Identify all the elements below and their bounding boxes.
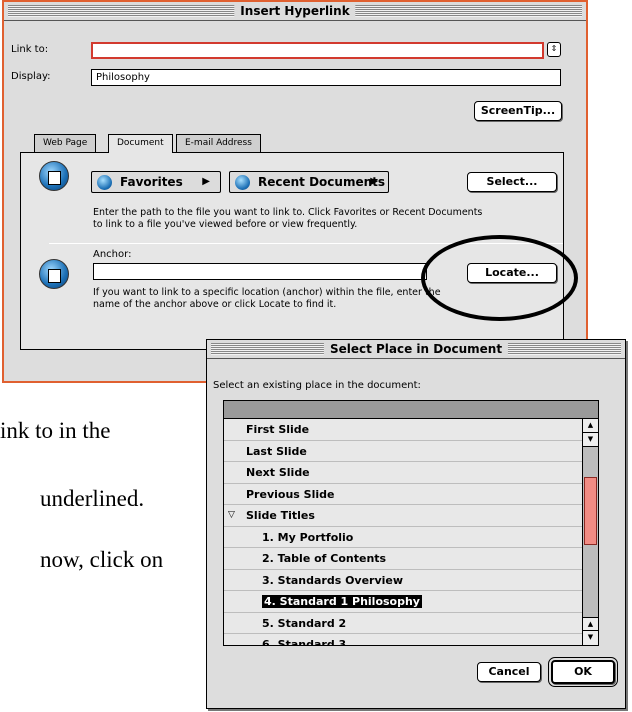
place-list-item-label: 6. Standard 3: [262, 638, 347, 646]
select-place-instruction: Select an existing place in the document…: [213, 380, 421, 391]
place-list-item[interactable]: 1. My Portfolio: [224, 527, 598, 548]
place-list-item[interactable]: 5. Standard 2: [224, 613, 598, 634]
place-list-item[interactable]: Previous Slide: [224, 484, 598, 505]
select-place-title: Select Place in Document: [323, 341, 509, 357]
recent-documents-button[interactable]: Recent Documents ▶: [229, 171, 389, 193]
favorites-arrow-icon: ▶: [202, 176, 210, 187]
document-text-line-2: underlined.: [40, 486, 145, 511]
place-list-item[interactable]: 3. Standards Overview: [224, 570, 598, 591]
place-list-item[interactable]: First Slide: [224, 419, 598, 441]
anchor-input[interactable]: [93, 263, 427, 280]
place-list-item-label: Slide Titles: [246, 509, 315, 522]
place-list-item-label: 1. My Portfolio: [262, 530, 354, 544]
place-list-item-label: 5. Standard 2: [262, 616, 347, 630]
scroll-thumb[interactable]: [584, 477, 597, 545]
insert-hyperlink-titlebar[interactable]: Insert Hyperlink: [4, 2, 586, 21]
anchor-label: Anchor:: [93, 249, 132, 260]
tab-email-address[interactable]: E-mail Address: [176, 134, 261, 152]
path-description: Enter the path to the file you want to l…: [93, 207, 483, 230]
anchor-globe-icon: [39, 259, 69, 289]
favorites-button[interactable]: Favorites ▶: [91, 171, 221, 193]
place-list-rows: First Slide Last Slide Next Slide Previous …: [224, 419, 598, 646]
recent-documents-globe-icon: [235, 175, 250, 190]
screentip-button[interactable]: ScreenTip...: [474, 101, 562, 121]
tab-web-page[interactable]: Web Page: [34, 134, 97, 152]
place-list-item-label: 4. Standard 1 Philosophy: [262, 595, 422, 608]
place-list-item-label: 3. Standards Overview: [262, 573, 404, 587]
cancel-button[interactable]: Cancel: [477, 662, 541, 682]
link-to-label: Link to:: [11, 44, 49, 55]
annotation-circle: [421, 235, 578, 321]
insert-hyperlink-dialog: Insert Hyperlink Link to: ⇕ Display: Phi…: [2, 0, 588, 383]
link-to-input[interactable]: [91, 42, 544, 59]
place-list-header: [224, 401, 598, 419]
place-list-scrollbar[interactable]: ▲ ▼ ▲ ▼: [582, 419, 598, 645]
place-list-item-label: Next Slide: [246, 466, 310, 479]
display-label: Display:: [11, 71, 51, 82]
insert-hyperlink-title: Insert Hyperlink: [234, 3, 356, 19]
expand-triangle-icon[interactable]: ▽: [228, 505, 235, 527]
place-list-item[interactable]: 2. Table of Contents: [224, 548, 598, 570]
place-list-item[interactable]: ▽ Slide Titles: [224, 505, 598, 527]
display-input[interactable]: Philosophy: [91, 69, 561, 86]
favorites-label: Favorites: [120, 175, 183, 189]
recent-documents-label: Recent Documents: [258, 175, 386, 189]
place-list-item[interactable]: 6. Standard 3: [224, 634, 598, 646]
place-list-item-label: Last Slide: [246, 444, 307, 458]
document-text-line-3: now, click on: [40, 547, 164, 572]
place-list[interactable]: First Slide Last Slide Next Slide Previous …: [223, 400, 599, 646]
tab-document[interactable]: Document: [108, 134, 173, 153]
place-list-item[interactable]: 4. Standard 1 Philosophy: [224, 591, 598, 613]
scroll-down-arrow-bottom-icon[interactable]: ▼: [583, 631, 598, 645]
select-button[interactable]: Select...: [467, 172, 557, 192]
scroll-down-arrow-icon[interactable]: ▼: [583, 433, 598, 447]
select-place-dialog: Select Place in Document Select an exist…: [206, 339, 626, 709]
anchor-description: If you want to link to a specific locati…: [93, 287, 441, 310]
place-list-item[interactable]: Next Slide: [224, 462, 598, 484]
select-place-titlebar[interactable]: Select Place in Document: [207, 340, 625, 359]
scroll-up-arrow-bottom-icon[interactable]: ▲: [583, 617, 598, 631]
place-list-item-label: 2. Table of Contents: [262, 552, 387, 565]
link-to-popup-icon[interactable]: ⇕: [547, 42, 561, 57]
place-list-item[interactable]: Last Slide: [224, 441, 598, 462]
favorites-globe-icon: [97, 175, 112, 190]
recent-documents-arrow-icon: ▶: [370, 176, 378, 187]
ok-button[interactable]: OK: [548, 657, 618, 687]
document-link-globe-icon: [39, 161, 69, 191]
place-list-item-label: Previous Slide: [246, 487, 335, 501]
scroll-up-arrow-icon[interactable]: ▲: [583, 419, 598, 433]
document-text-line-1: ink to in the: [0, 418, 111, 443]
place-list-item-label: First Slide: [246, 423, 310, 436]
